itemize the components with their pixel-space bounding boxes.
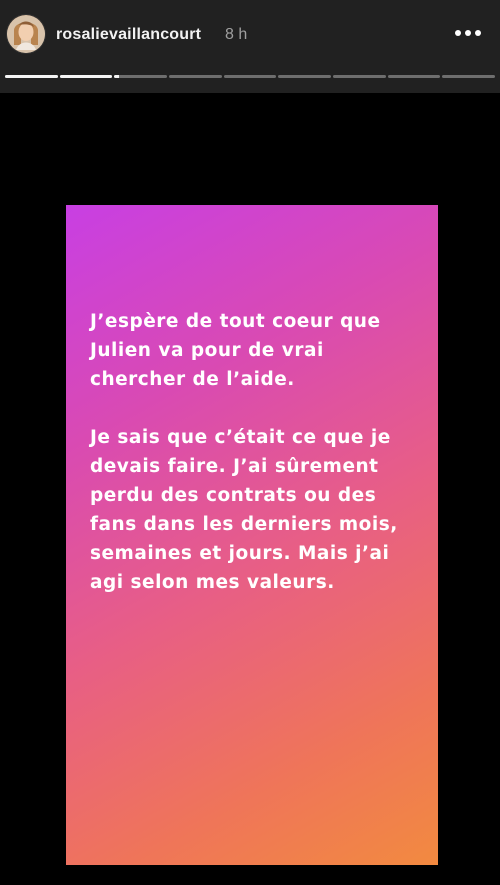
progress-segment xyxy=(169,75,222,78)
avatar[interactable] xyxy=(7,15,45,53)
story-header: rosalievaillancourt 8 h xyxy=(0,10,500,60)
username[interactable]: rosalievaillancourt xyxy=(56,26,201,44)
progress-segment xyxy=(387,75,441,78)
progress-segment-fill xyxy=(5,75,58,78)
progress-segment-fill xyxy=(114,75,119,78)
story-card[interactable]: J’espère de tout coeur que Julien va pou… xyxy=(66,205,438,865)
progress-segment xyxy=(442,75,496,78)
more-horizontal-icon xyxy=(465,30,471,36)
progress-segment xyxy=(114,75,168,78)
story-paragraph: Je sais que c’était ce que je devais fai… xyxy=(90,427,398,593)
progress-segment xyxy=(333,75,386,78)
more-options-button[interactable] xyxy=(452,21,484,45)
progress-segment xyxy=(278,75,332,78)
avatar-image xyxy=(7,15,45,53)
progress-segment xyxy=(59,75,113,78)
progress-segment-fill xyxy=(59,75,113,78)
story-text: J’espère de tout coeur que Julien va pou… xyxy=(90,307,420,626)
story-time: 8 h xyxy=(225,26,248,43)
story-progress-bar xyxy=(5,75,496,78)
more-horizontal-icon xyxy=(475,30,481,36)
story-paragraph: J’espère de tout coeur que Julien va pou… xyxy=(90,311,381,390)
more-horizontal-icon xyxy=(455,30,461,36)
progress-segment xyxy=(5,75,58,78)
progress-segment xyxy=(223,75,277,78)
